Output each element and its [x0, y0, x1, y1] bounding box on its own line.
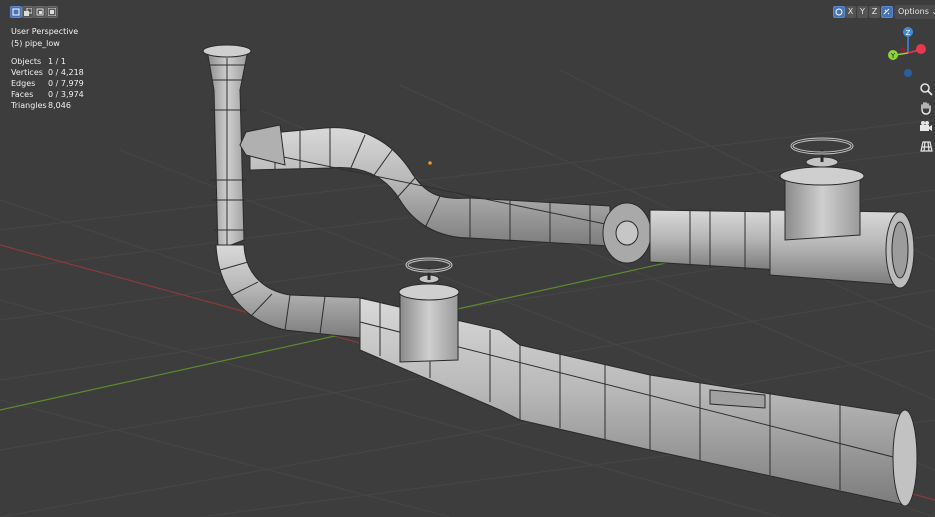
stat-value: 1 / 1 [48, 57, 66, 66]
stat-label: Triangles [11, 101, 47, 110]
options-label: Options [898, 7, 929, 16]
object-origin [428, 161, 432, 165]
3d-viewport[interactable] [0, 0, 935, 517]
stat-label: Faces [11, 90, 34, 99]
stat-label: Objects [11, 57, 42, 66]
gizmo-z-label: Z [906, 29, 911, 37]
select-subtract-button[interactable] [34, 6, 46, 18]
gizmo-x-handle[interactable] [916, 44, 926, 54]
mirror-y-toggle[interactable]: Y [857, 6, 868, 18]
gizmo-neg-x-handle[interactable] [900, 47, 906, 53]
options-dropdown[interactable]: Options ⌄ [894, 5, 935, 19]
zoom-icon[interactable] [919, 82, 933, 96]
navigation-gizmo[interactable]: Z Y [885, 24, 935, 84]
select-mode-button[interactable] [10, 6, 22, 18]
gizmo-neg-z-handle[interactable] [904, 69, 912, 77]
select-extend-button[interactable] [22, 6, 34, 18]
stat-label: Edges [11, 79, 36, 88]
gizmo-y-label: Y [890, 52, 896, 60]
view-name: User Perspective [11, 27, 79, 36]
stat-value: 0 / 7,979 [48, 79, 84, 88]
active-object-name: (5) pipe_low [11, 39, 60, 48]
viewport-header: X Y Z Options ⌄ [0, 0, 935, 20]
mirror-x-toggle[interactable]: X [845, 6, 856, 18]
link-icon[interactable] [881, 6, 893, 18]
stat-value: 0 / 3,974 [48, 90, 84, 99]
mirror-z-toggle[interactable]: Z [869, 6, 880, 18]
stat-value: 0 / 4,218 [48, 68, 84, 77]
hand-icon[interactable] [919, 101, 933, 115]
chevron-down-icon: ⌄ [931, 7, 935, 16]
select-invert-button[interactable] [46, 6, 58, 18]
transform-pivot-icon[interactable] [833, 6, 845, 18]
stat-label: Vertices [11, 68, 43, 77]
grid-icon[interactable] [919, 139, 933, 153]
camera-icon[interactable] [919, 120, 933, 134]
stat-value: 8,046 [48, 101, 71, 110]
